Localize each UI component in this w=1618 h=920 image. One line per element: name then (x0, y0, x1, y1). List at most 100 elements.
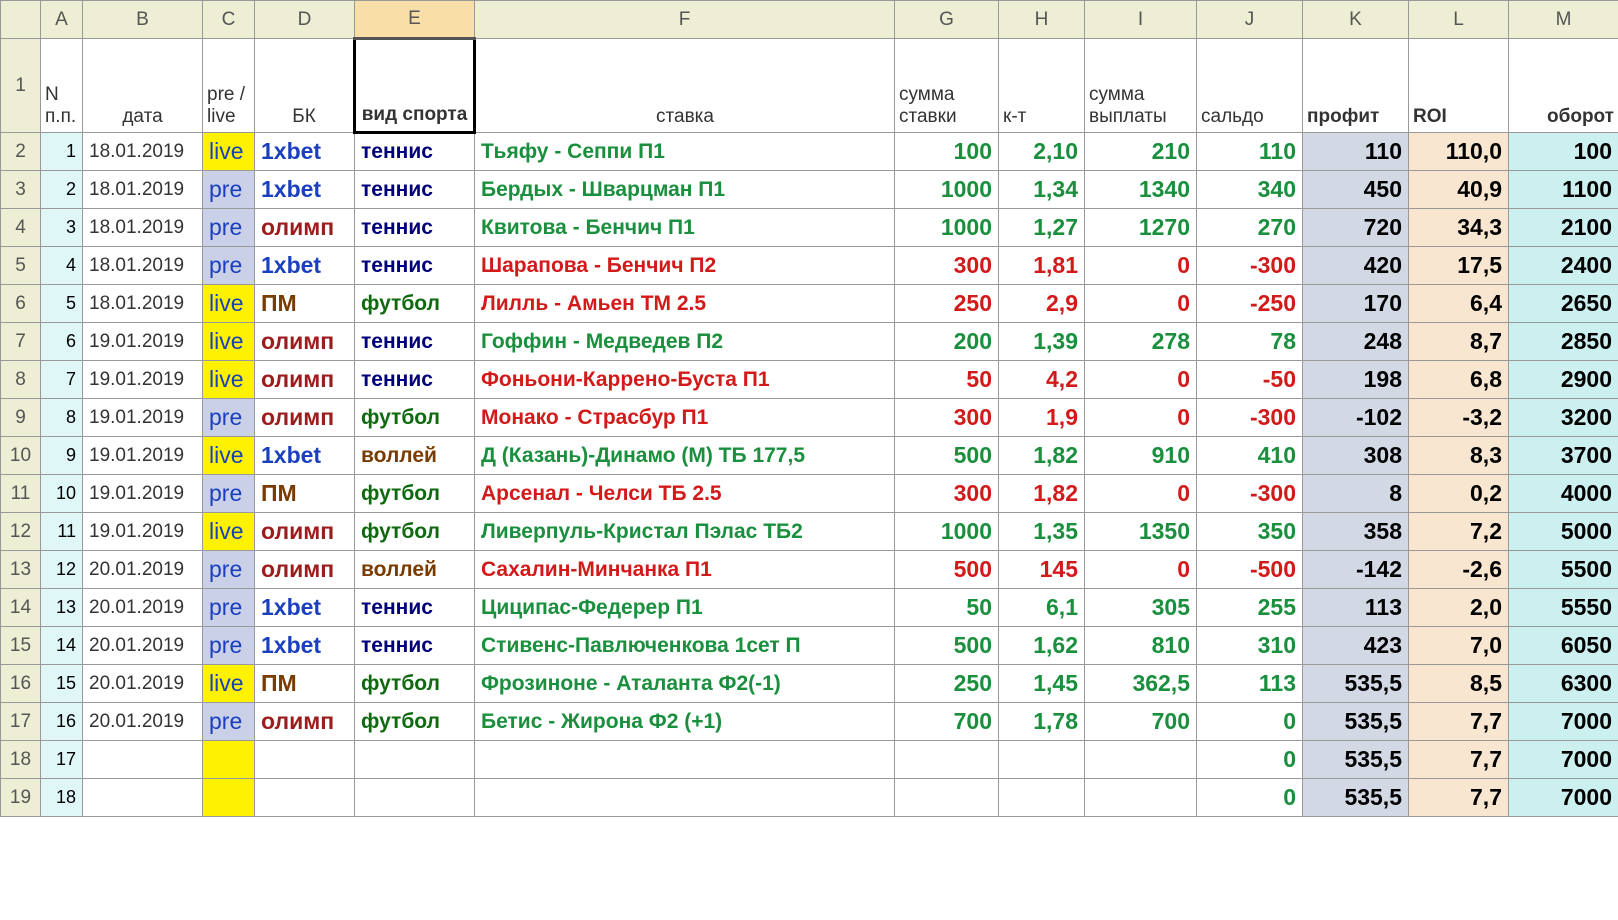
cell-payout[interactable]: 810 (1085, 627, 1197, 665)
cell-turn[interactable]: 7000 (1509, 779, 1618, 817)
colhead-A[interactable]: A (41, 1, 83, 39)
cell-stake[interactable]: 100 (895, 133, 999, 171)
cell-odds[interactable]: 1,45 (999, 665, 1085, 703)
cell-bet[interactable]: Квитова - Бенчич П1 (475, 209, 895, 247)
cell-odds[interactable]: 1,82 (999, 475, 1085, 513)
cell-saldo[interactable]: 255 (1197, 589, 1303, 627)
cell-date[interactable]: 19.01.2019 (83, 437, 203, 475)
cell-saldo[interactable]: 350 (1197, 513, 1303, 551)
cell-saldo[interactable]: 410 (1197, 437, 1303, 475)
cell-payout[interactable]: 0 (1085, 247, 1197, 285)
cell-roi[interactable]: 6,8 (1409, 361, 1509, 399)
cell-bk[interactable] (255, 779, 355, 817)
cell-odds[interactable]: 2,9 (999, 285, 1085, 323)
hdr-payout[interactable]: сумма выплаты (1085, 39, 1197, 133)
cell-profit[interactable]: -142 (1303, 551, 1409, 589)
cell-date[interactable] (83, 779, 203, 817)
rowhead-6[interactable]: 6 (1, 285, 41, 323)
cell-payout[interactable]: 0 (1085, 399, 1197, 437)
cell-profit[interactable]: 358 (1303, 513, 1409, 551)
rowhead-12[interactable]: 12 (1, 513, 41, 551)
colhead-E[interactable]: E (355, 1, 475, 39)
cell-n[interactable]: 13 (41, 589, 83, 627)
cell-saldo[interactable]: -300 (1197, 475, 1303, 513)
cell-bet[interactable]: Лилль - Амьен ТМ 2.5 (475, 285, 895, 323)
cell-n[interactable]: 4 (41, 247, 83, 285)
cell-profit[interactable]: -102 (1303, 399, 1409, 437)
table-row[interactable]: 161520.01.2019liveПМфутболФрозиноне - Ат… (1, 665, 1618, 703)
header-row[interactable]: 1 N п.п. дата pre / live БК вид спорта с… (1, 39, 1618, 133)
cell-mode[interactable]: live (203, 437, 255, 475)
cell-saldo[interactable]: 0 (1197, 703, 1303, 741)
cell-odds[interactable]: 145 (999, 551, 1085, 589)
cell-sport[interactable]: теннис (355, 361, 475, 399)
cell-payout[interactable]: 0 (1085, 285, 1197, 323)
cell-odds[interactable]: 1,82 (999, 437, 1085, 475)
cell-payout[interactable]: 910 (1085, 437, 1197, 475)
cell-date[interactable]: 19.01.2019 (83, 399, 203, 437)
cell-sport[interactable]: футбол (355, 665, 475, 703)
table-row[interactable]: 151420.01.2019pre1xbetтеннисСтивенс-Павл… (1, 627, 1618, 665)
cell-turn[interactable]: 2100 (1509, 209, 1618, 247)
cell-turn[interactable]: 5550 (1509, 589, 1618, 627)
hdr-sport[interactable]: вид спорта (355, 39, 475, 133)
cell-sport[interactable]: воллей (355, 437, 475, 475)
cell-payout[interactable]: 278 (1085, 323, 1197, 361)
cell-saldo[interactable]: -300 (1197, 247, 1303, 285)
table-row[interactable]: 111019.01.2019preПМфутболАрсенал - Челси… (1, 475, 1618, 513)
select-all-corner[interactable] (1, 1, 41, 39)
cell-mode[interactable]: pre (203, 551, 255, 589)
cell-mode[interactable] (203, 741, 255, 779)
hdr-bet[interactable]: ставка (475, 39, 895, 133)
cell-bet[interactable]: Тьяфу - Сеппи П1 (475, 133, 895, 171)
table-row[interactable]: 5418.01.2019pre1xbetтеннисШарапова - Бен… (1, 247, 1618, 285)
rowhead-17[interactable]: 17 (1, 703, 41, 741)
cell-stake[interactable]: 250 (895, 285, 999, 323)
cell-turn[interactable]: 6050 (1509, 627, 1618, 665)
rowhead-8[interactable]: 8 (1, 361, 41, 399)
cell-bk[interactable]: 1xbet (255, 133, 355, 171)
cell-turn[interactable]: 4000 (1509, 475, 1618, 513)
cell-payout[interactable] (1085, 779, 1197, 817)
colhead-B[interactable]: B (83, 1, 203, 39)
cell-roi[interactable]: 34,3 (1409, 209, 1509, 247)
cell-profit[interactable]: 535,5 (1303, 741, 1409, 779)
cell-roi[interactable]: 7,2 (1409, 513, 1509, 551)
cell-turn[interactable]: 7000 (1509, 703, 1618, 741)
cell-bk[interactable]: 1xbet (255, 171, 355, 209)
cell-payout[interactable]: 1270 (1085, 209, 1197, 247)
cell-odds[interactable]: 1,78 (999, 703, 1085, 741)
cell-payout[interactable]: 0 (1085, 551, 1197, 589)
cell-roi[interactable]: -2,6 (1409, 551, 1509, 589)
cell-stake[interactable]: 700 (895, 703, 999, 741)
cell-profit[interactable]: 535,5 (1303, 779, 1409, 817)
cell-roi[interactable]: 8,3 (1409, 437, 1509, 475)
table-row[interactable]: 121119.01.2019liveолимпфутболЛиверпуль-К… (1, 513, 1618, 551)
cell-profit[interactable]: 450 (1303, 171, 1409, 209)
cell-n[interactable]: 12 (41, 551, 83, 589)
rowhead-18[interactable]: 18 (1, 741, 41, 779)
cell-roi[interactable]: 7,7 (1409, 779, 1509, 817)
cell-stake[interactable]: 300 (895, 247, 999, 285)
cell-mode[interactable]: live (203, 323, 255, 361)
cell-turn[interactable]: 3700 (1509, 437, 1618, 475)
cell-turn[interactable]: 5000 (1509, 513, 1618, 551)
rowhead-5[interactable]: 5 (1, 247, 41, 285)
cell-date[interactable]: 19.01.2019 (83, 513, 203, 551)
cell-bet[interactable] (475, 741, 895, 779)
cell-sport[interactable]: футбол (355, 475, 475, 513)
table-row[interactable]: 131220.01.2019preолимпволлейСахалин-Минч… (1, 551, 1618, 589)
cell-bet[interactable]: Ливерпуль-Кристал Пэлас ТБ2 (475, 513, 895, 551)
cell-n[interactable]: 9 (41, 437, 83, 475)
table-row[interactable]: 9819.01.2019preолимпфутболМонако - Страс… (1, 399, 1618, 437)
cell-roi[interactable]: 110,0 (1409, 133, 1509, 171)
cell-roi[interactable]: 7,0 (1409, 627, 1509, 665)
cell-payout[interactable]: 0 (1085, 361, 1197, 399)
cell-odds[interactable]: 4,2 (999, 361, 1085, 399)
cell-profit[interactable]: 535,5 (1303, 665, 1409, 703)
cell-stake[interactable]: 300 (895, 399, 999, 437)
colhead-I[interactable]: I (1085, 1, 1197, 39)
colhead-C[interactable]: C (203, 1, 255, 39)
table-row[interactable]: 18170535,57,77000 (1, 741, 1618, 779)
hdr-profit[interactable]: профит (1303, 39, 1409, 133)
